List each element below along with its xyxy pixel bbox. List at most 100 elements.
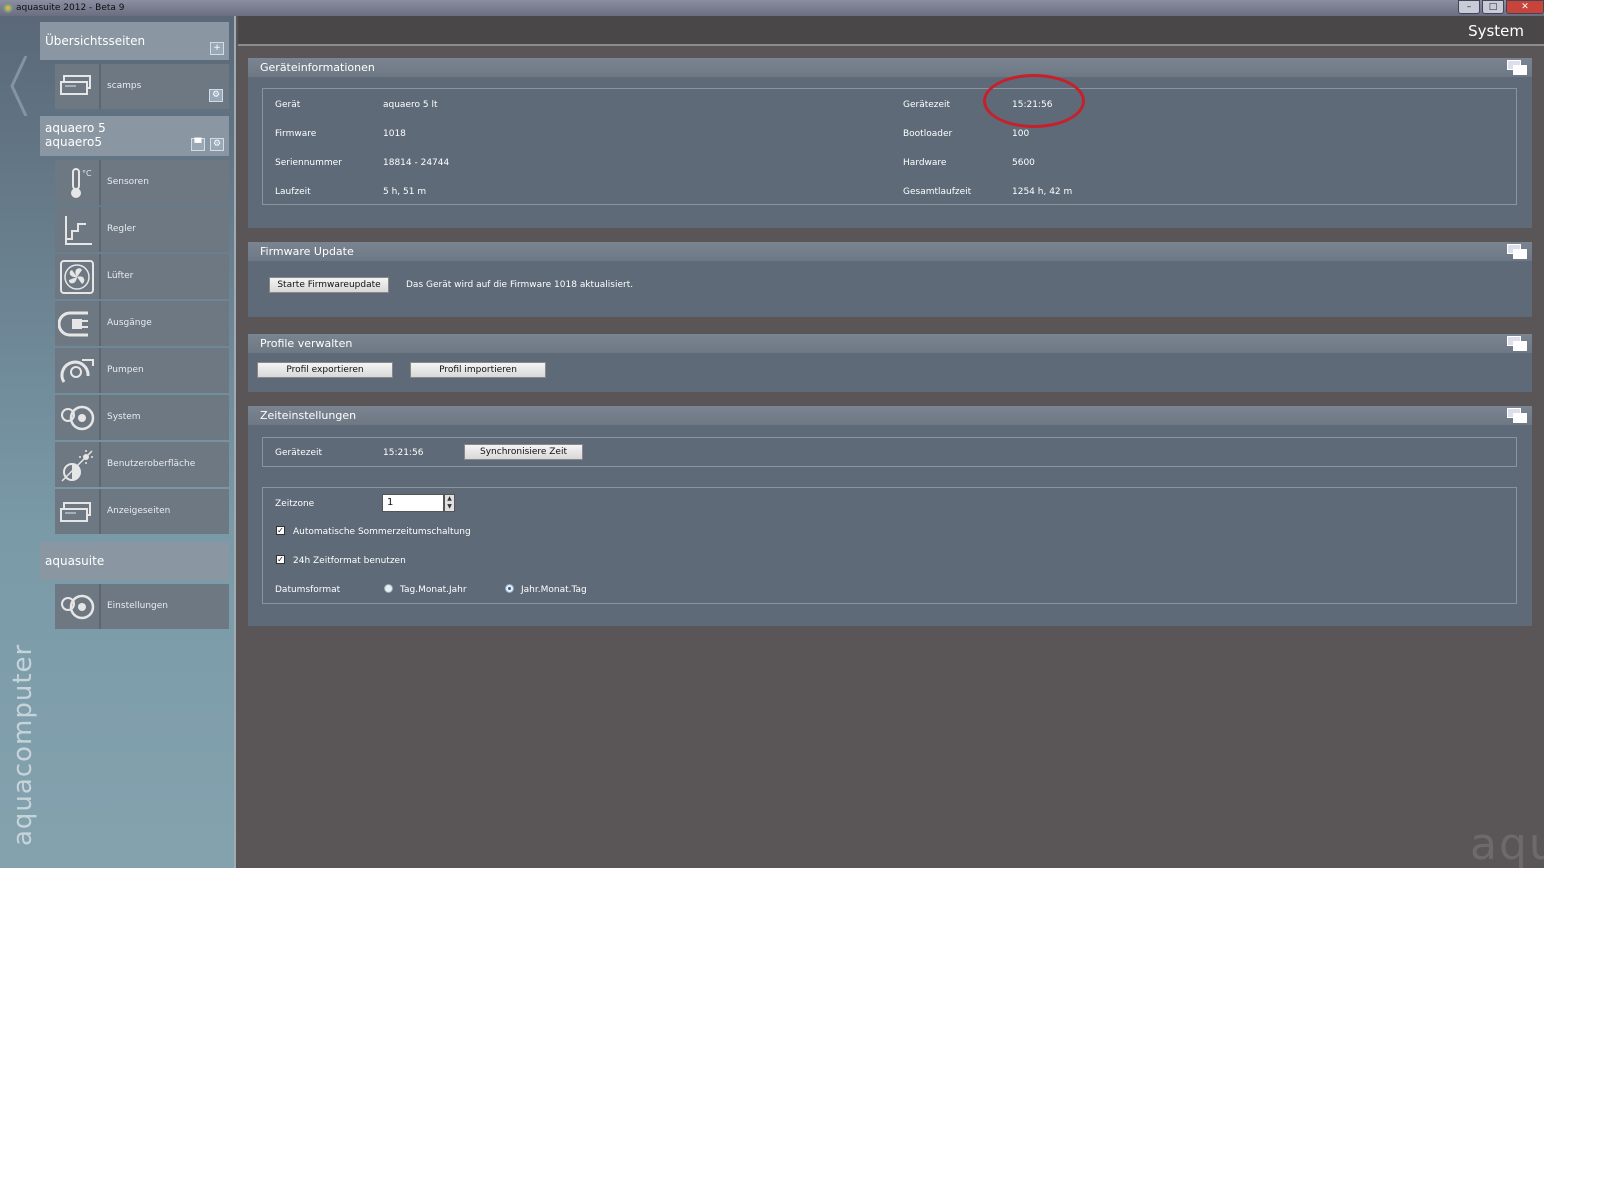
pages-icon	[55, 64, 101, 109]
dst-checkbox[interactable]: ✓	[276, 526, 285, 535]
add-page-icon[interactable]: +	[210, 42, 224, 55]
info-value: 5600	[1012, 158, 1035, 168]
overview-section-header[interactable]: Übersichtsseiten +	[40, 22, 229, 60]
time-settings-panel: Zeiteinstellungen Gerätezeit 15:21:56 Sy…	[248, 406, 1532, 626]
info-label: Bootloader	[903, 129, 953, 139]
sidebar-item-system[interactable]: System	[55, 395, 229, 440]
info-value: 1018	[383, 129, 406, 139]
sidebar-item-ausgaenge[interactable]: Ausgänge	[55, 301, 229, 346]
info-label: Gesamtlaufzeit	[903, 187, 972, 197]
time-settings-header: Zeiteinstellungen	[248, 406, 1532, 425]
brand-logo: aquacomputer	[8, 643, 38, 846]
timezone-label: Zeitzone	[275, 499, 315, 509]
info-label: Firmware	[275, 129, 317, 139]
sidebar-item-label: Ausgänge	[101, 301, 229, 346]
window-controls: – □ ✕	[1456, 0, 1544, 16]
system-icon	[55, 584, 101, 629]
page-settings-icon[interactable]: ⚙	[209, 89, 223, 102]
minimize-button[interactable]: –	[1458, 0, 1480, 14]
sidebar-item-scamps[interactable]: scamps ⚙	[55, 64, 229, 109]
info-value: aquaero 5 lt	[383, 100, 438, 110]
panel-window-icon[interactable]	[1507, 60, 1527, 75]
aquasuite-section-title: aquasuite	[45, 554, 105, 568]
device-time-box: Gerätezeit 15:21:56 Synchronisiere Zeit	[262, 437, 1517, 467]
sidebar-item-label: Sensoren	[101, 160, 229, 205]
device-info-table: Gerät aquaero 5 lt Gerätezeit 15:21:56 F…	[262, 88, 1517, 205]
import-profile-button[interactable]: Profil importieren	[410, 362, 546, 378]
info-value: 5 h, 51 m	[383, 187, 427, 197]
sidebar-item-label: Benutzeroberfläche	[101, 442, 229, 487]
info-value: 18814 - 24744	[383, 158, 450, 168]
collapse-arrow-icon[interactable]	[10, 56, 28, 116]
system-icon	[55, 395, 101, 440]
app-window: aquasuite 2012 - Beta 9 – □ ✕ Übersichts…	[0, 0, 1544, 868]
device-window-icon[interactable]: ▀	[191, 138, 205, 151]
info-value: 100	[1012, 129, 1030, 139]
date-format-option-ymd: Jahr.Monat.Tag	[521, 585, 587, 595]
date-format-radio-dmy[interactable]	[384, 584, 393, 593]
firmware-update-panel: Firmware Update Starte Firmwareupdate Da…	[248, 242, 1532, 317]
info-label: Laufzeit	[275, 187, 311, 197]
controller-icon	[55, 207, 101, 252]
title-bar: aquasuite 2012 - Beta 9 – □ ✕	[0, 0, 1544, 16]
info-value: 1254 h, 42 m	[1012, 187, 1073, 197]
device-info-header: Geräteinformationen	[248, 58, 1532, 77]
date-format-option-dmy: Tag.Monat.Jahr	[400, 585, 467, 595]
date-format-radio-ymd[interactable]	[505, 584, 514, 593]
aquasuite-section-header[interactable]: aquasuite	[40, 542, 229, 580]
panel-window-icon[interactable]	[1507, 244, 1527, 259]
firmware-update-message: Das Gerät wird auf die Firmware 1018 akt…	[406, 280, 634, 290]
highlight-ellipse	[983, 74, 1085, 128]
page-title: System	[1468, 22, 1524, 40]
profiles-panel: Profile verwalten Profil exportieren Pro…	[248, 334, 1532, 392]
close-button[interactable]: ✕	[1506, 0, 1544, 14]
sidebar-item-benutzeroberflaeche[interactable]: Benutzeroberfläche	[55, 442, 229, 487]
device-name: aquaero 5	[45, 121, 106, 135]
panel-window-icon[interactable]	[1507, 336, 1527, 351]
fan-icon	[55, 254, 101, 299]
format24-checkbox[interactable]: ✓	[276, 555, 285, 564]
firmware-update-header: Firmware Update	[248, 242, 1532, 261]
sidebar-item-label: scamps	[101, 64, 229, 109]
device-info-title: Geräteinformationen	[260, 61, 375, 74]
sidebar-item-label: System	[101, 395, 229, 440]
dst-label: Automatische Sommerzeitumschaltung	[293, 527, 471, 537]
export-profile-button[interactable]: Profil exportieren	[257, 362, 393, 378]
sidebar-item-label: Lüfter	[101, 254, 229, 299]
sidebar-item-regler[interactable]: Regler	[55, 207, 229, 252]
aquasuite-app-icon	[3, 3, 13, 13]
info-label: Hardware	[903, 158, 947, 168]
format24-label: 24h Zeitformat benutzen	[293, 556, 406, 566]
spinner-up-icon[interactable]: ▲	[445, 495, 454, 503]
profiles-header: Profile verwalten	[248, 334, 1532, 353]
panel-window-icon[interactable]	[1507, 408, 1527, 423]
svg-text:°C: °C	[82, 169, 92, 178]
date-format-label: Datumsformat	[275, 585, 341, 595]
sidebar-item-label: Einstellungen	[101, 584, 229, 629]
overview-section-title: Übersichtsseiten	[45, 34, 146, 48]
maximize-button[interactable]: □	[1482, 0, 1504, 14]
spinner-down-icon[interactable]: ▼	[445, 503, 454, 511]
sidebar: Übersichtsseiten + scamps ⚙ aquaero 5 aq…	[0, 16, 236, 868]
device-info-panel: Geräteinformationen Gerät aquaero 5 lt G…	[248, 58, 1532, 228]
sidebar-item-pumpen[interactable]: Pumpen	[55, 348, 229, 393]
device-settings-icon[interactable]: ⚙	[210, 138, 224, 151]
pages-icon	[55, 489, 101, 534]
main-area: System Geräteinformationen Gerät aquaero…	[238, 16, 1544, 868]
sidebar-item-label: Regler	[101, 207, 229, 252]
timezone-spinner[interactable]: ▲ ▼	[444, 494, 455, 512]
sidebar-item-label: Anzeigeseiten	[101, 489, 229, 534]
sidebar-item-sensoren[interactable]: °C Sensoren	[55, 160, 229, 205]
window-title: aquasuite 2012 - Beta 9	[16, 3, 125, 13]
sidebar-item-luefter[interactable]: Lüfter	[55, 254, 229, 299]
profiles-title: Profile verwalten	[260, 337, 353, 350]
info-label: Gerätezeit	[903, 100, 951, 110]
device-section-header[interactable]: aquaero 5 aquaero5 ▀ ⚙	[40, 116, 229, 156]
sync-time-button[interactable]: Synchronisiere Zeit	[464, 444, 583, 460]
sidebar-item-einstellungen[interactable]: Einstellungen	[55, 584, 229, 629]
info-label: Gerät	[275, 100, 301, 110]
firmware-update-title: Firmware Update	[260, 245, 354, 258]
sidebar-item-anzeigeseiten[interactable]: Anzeigeseiten	[55, 489, 229, 534]
timezone-input[interactable]: 1	[382, 494, 444, 512]
start-firmware-update-button[interactable]: Starte Firmwareupdate	[269, 277, 389, 293]
